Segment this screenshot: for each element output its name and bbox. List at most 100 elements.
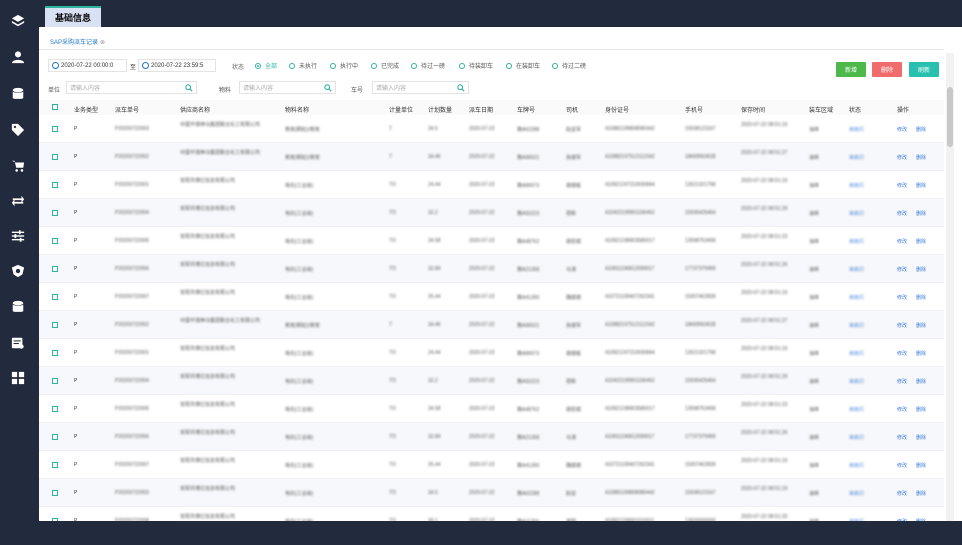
table-row[interactable]: P P20200722003 安阳市博亿信息有限公司 电石(工业级) TO 34.5 202… — [39, 479, 944, 507]
edit-link[interactable]: 修改 — [897, 490, 907, 497]
delete-link[interactable]: 删除 — [916, 266, 926, 273]
cell-status[interactable]: 未执行 — [849, 266, 864, 273]
search-icon[interactable] — [457, 84, 465, 92]
delete-link[interactable]: 删除 — [916, 126, 926, 133]
status-radio-await-load[interactable]: 待装卸车 — [459, 61, 493, 70]
table-row[interactable]: PP20200722008安阳市博亿信息有限公司电石(工业级)TO30.1202… — [39, 507, 944, 521]
date-end-field[interactable]: 2020-07-22 23:59:5 — [138, 59, 216, 72]
search-icon[interactable] — [324, 84, 332, 92]
delete-link[interactable]: 删除 — [916, 378, 926, 385]
search-icon[interactable] — [185, 84, 193, 92]
status-radio-all[interactable]: 全部 — [255, 61, 277, 70]
table-row[interactable]: P P20200722003 中国平煤神马集团联合化工有限公司 焦炭(颗粒)/焦炭 T 3… — [39, 115, 944, 143]
edit-link[interactable]: 修改 — [897, 406, 907, 413]
delete-link[interactable]: 删除 — [916, 154, 926, 161]
status-radio-not-started[interactable]: 未执行 — [289, 61, 317, 70]
cell-status[interactable]: 未执行 — [849, 182, 864, 189]
breadcrumb-label[interactable]: SAP采购派车记录 — [50, 40, 98, 46]
table-row[interactable]: P P20200722007 安阳市博亿信息有限公司 电石(工业级) TO 25.44 20… — [39, 451, 944, 479]
cell-status[interactable]: 未执行 — [849, 294, 864, 301]
row-checkbox[interactable] — [52, 350, 58, 356]
layers-icon[interactable] — [9, 12, 27, 30]
row-checkbox[interactable] — [52, 294, 58, 300]
table-row[interactable]: P P20200722005 安阳市博亿信息有限公司 电石(工业级) TO 34.58 20… — [39, 227, 944, 255]
delete-link[interactable]: 删除 — [916, 210, 926, 217]
edit-link[interactable]: 修改 — [897, 434, 907, 441]
database-icon[interactable] — [9, 85, 27, 103]
select-all-checkbox[interactable] — [52, 104, 58, 110]
row-checkbox[interactable] — [52, 266, 58, 272]
status-radio-weigh1[interactable]: 待过一磅 — [411, 61, 445, 70]
row-checkbox[interactable] — [52, 126, 58, 132]
cell-status[interactable]: 未执行 — [849, 350, 864, 357]
tab-basic-info[interactable]: 基础信息 — [45, 6, 101, 27]
cell-status[interactable]: 未执行 — [849, 434, 864, 441]
status-radio-done[interactable]: 已完成 — [371, 61, 399, 70]
cell-status[interactable]: 未执行 — [849, 322, 864, 329]
row-checkbox[interactable] — [52, 238, 58, 244]
table-row[interactable]: P P20200722006 安阳市博亿信息有限公司 电石(工业级) TO 32.84 20… — [39, 423, 944, 451]
exchange-icon[interactable] — [9, 192, 27, 210]
material-input[interactable]: 请输入内容 — [239, 81, 336, 94]
delete-link[interactable]: 删除 — [916, 182, 926, 189]
table-row[interactable]: P P20200722004 安阳市博亿信息有限公司 电石(工业级) TO 32.2 202… — [39, 367, 944, 395]
cell-status[interactable]: 未执行 — [849, 126, 864, 133]
row-checkbox[interactable] — [52, 462, 58, 468]
cell-status[interactable]: 未执行 — [849, 210, 864, 217]
cell-status[interactable]: 未执行 — [849, 490, 864, 497]
status-radio-in-progress[interactable]: 执行中 — [330, 61, 358, 70]
table-row[interactable]: P P20200722001 安阳市博亿信息有限公司 电石(工业级) TO 24.44 20… — [39, 171, 944, 199]
row-checkbox[interactable] — [52, 322, 58, 328]
delete-link[interactable]: 删除 — [916, 322, 926, 329]
vehicle-input[interactable]: 请输入内容 — [372, 81, 469, 94]
delete-link[interactable]: 删除 — [916, 294, 926, 301]
edit-link[interactable]: 修改 — [897, 462, 907, 469]
apps-icon[interactable] — [9, 369, 27, 387]
delete-button[interactable]: 删除 — [872, 62, 902, 77]
delete-link[interactable]: 删除 — [916, 238, 926, 245]
refresh-button[interactable]: 刷新 — [909, 62, 939, 77]
delete-link[interactable]: 删除 — [916, 434, 926, 441]
close-icon[interactable]: ⊗ — [100, 40, 105, 46]
delete-link[interactable]: 删除 — [916, 350, 926, 357]
unit-input[interactable]: 请输入内容 — [66, 81, 197, 94]
row-checkbox[interactable] — [52, 434, 58, 440]
user-icon[interactable] — [9, 48, 27, 66]
cell-status[interactable]: 未执行 — [849, 154, 864, 161]
row-checkbox[interactable] — [52, 378, 58, 384]
edit-link[interactable]: 修改 — [897, 154, 907, 161]
tag-icon[interactable] — [9, 121, 27, 139]
table-row[interactable]: P P20200722001 安阳市博亿信息有限公司 电石(工业级) TO 24.44 20… — [39, 339, 944, 367]
scrollbar-thumb[interactable] — [947, 87, 953, 147]
edit-link[interactable]: 修改 — [897, 322, 907, 329]
cell-status[interactable]: 未执行 — [849, 238, 864, 245]
cell-status[interactable]: 未执行 — [849, 462, 864, 469]
sliders-icon[interactable] — [9, 227, 27, 245]
table-row[interactable]: P P20200722002 中国平煤神马集团联合化工有限公司 焦炭(颗粒)/焦炭 T 3… — [39, 143, 944, 171]
edit-link[interactable]: 修改 — [897, 210, 907, 217]
edit-link[interactable]: 修改 — [897, 378, 907, 385]
cell-status[interactable]: 未执行 — [849, 378, 864, 385]
row-checkbox[interactable] — [52, 182, 58, 188]
edit-link[interactable]: 修改 — [897, 182, 907, 189]
breadcrumb[interactable]: SAP采购派车记录 ⊗ — [50, 37, 105, 46]
database-icon-2[interactable] — [9, 298, 27, 316]
delete-link[interactable]: 删除 — [916, 462, 926, 469]
table-row[interactable]: P P20200722004 安阳市博亿信息有限公司 电石(工业级) TO 32.2 202… — [39, 199, 944, 227]
edit-link[interactable]: 修改 — [897, 350, 907, 357]
edit-link[interactable]: 修改 — [897, 238, 907, 245]
table-row[interactable]: P P20200722007 安阳市博亿信息有限公司 电石(工业级) TO 25.44 20… — [39, 283, 944, 311]
table-row[interactable]: P P20200722002 中国平煤神马集团联合化工有限公司 焦炭(颗粒)/焦炭 T 3… — [39, 311, 944, 339]
row-checkbox[interactable] — [52, 154, 58, 160]
shield-icon[interactable] — [9, 262, 27, 280]
row-checkbox[interactable] — [52, 210, 58, 216]
status-radio-weigh2[interactable]: 待过二磅 — [552, 61, 586, 70]
table-row[interactable]: P P20200722006 安阳市博亿信息有限公司 电石(工业级) TO 32.84 20… — [39, 255, 944, 283]
table-row[interactable]: P P20200722005 安阳市博亿信息有限公司 电石(工业级) TO 34.58 20… — [39, 395, 944, 423]
date-start-field[interactable]: 2020-07-22 00:00:0 — [48, 59, 127, 72]
edit-link[interactable]: 修改 — [897, 294, 907, 301]
cart-icon[interactable] — [9, 157, 27, 175]
delete-link[interactable]: 删除 — [916, 490, 926, 497]
status-radio-loading[interactable]: 在装卸车 — [506, 61, 540, 70]
delete-link[interactable]: 删除 — [916, 406, 926, 413]
